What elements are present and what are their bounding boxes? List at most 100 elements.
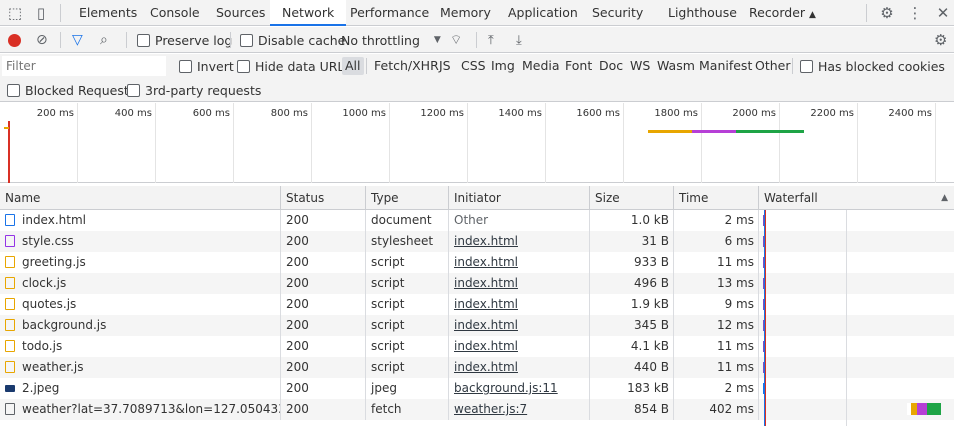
column-header-initiator[interactable]: Initiator	[449, 186, 590, 210]
more-options-icon[interactable]: ⋮	[902, 0, 928, 26]
import-har-icon[interactable]: ⤒	[488, 27, 494, 53]
cell-name[interactable]: 2.jpeg	[0, 378, 281, 399]
cell-initiator[interactable]: background.js:11	[449, 378, 590, 399]
preserve-log-checkbox[interactable]: Preserve log	[137, 27, 232, 53]
filter-icon[interactable]: ▽	[72, 27, 83, 53]
type-filter-css[interactable]: CSS	[458, 57, 489, 75]
network-settings-gear-icon[interactable]: ⚙	[934, 27, 947, 53]
cell-size: 1.0 kB	[590, 210, 674, 231]
table-row[interactable]: index.html 200 document Other 1.0 kB 2 ms	[0, 210, 954, 231]
script-icon	[5, 319, 15, 331]
divider	[60, 4, 61, 22]
cell-initiator[interactable]: index.html	[449, 357, 590, 378]
column-header-status[interactable]: Status	[281, 186, 366, 210]
network-overview-timeline[interactable]: 200 ms 400 ms 600 ms 800 ms 1000 ms 1200…	[0, 103, 954, 183]
cell-name[interactable]: greeting.js	[0, 252, 281, 273]
inspect-element-icon[interactable]: ⬚	[2, 0, 28, 26]
cell-initiator[interactable]: index.html	[449, 252, 590, 273]
type-filter-other[interactable]: Other	[752, 57, 794, 75]
clear-icon[interactable]: ⊘	[36, 27, 48, 53]
device-toolbar-icon[interactable]: ▯	[28, 0, 54, 26]
tab-sources[interactable]: Sources	[216, 0, 265, 26]
third-party-requests-checkbox[interactable]: 3rd-party requests	[127, 78, 261, 102]
table-row[interactable]: style.css 200 stylesheet index.html 31 B6 ms	[0, 231, 954, 252]
network-conditions-icon[interactable]: ⌔	[450, 27, 462, 53]
cell-name[interactable]: index.html	[0, 210, 281, 231]
cell-name[interactable]: todo.js	[0, 336, 281, 357]
cell-name[interactable]: quotes.js	[0, 294, 281, 315]
column-header-time[interactable]: Time	[674, 186, 759, 210]
cell-name[interactable]: clock.js	[0, 273, 281, 294]
table-row[interactable]: quotes.js 200 script index.html 1.9 kB 9 ms	[0, 294, 954, 315]
type-filter-all[interactable]: All	[342, 57, 364, 75]
disable-cache-checkbox[interactable]: Disable cache	[240, 27, 345, 53]
column-header-name[interactable]: Name	[0, 186, 281, 210]
cell-initiator[interactable]: index.html	[449, 273, 590, 294]
request-name: clock.js	[22, 276, 67, 290]
settings-gear-icon[interactable]: ⚙	[874, 0, 900, 26]
column-header-waterfall[interactable]: Waterfall ▲	[759, 186, 954, 210]
type-filter-media[interactable]: Media	[519, 57, 563, 75]
type-filter-doc[interactable]: Doc	[596, 57, 626, 75]
tab-security[interactable]: Security	[592, 0, 643, 26]
tab-performance[interactable]: Performance	[350, 0, 429, 26]
cell-status: 200	[281, 294, 366, 315]
invert-checkbox[interactable]: Invert	[179, 54, 234, 78]
type-filter-wasm[interactable]: Wasm	[654, 57, 698, 75]
table-row[interactable]: weather.js 200 script index.html 440 B 11 ms	[0, 357, 954, 378]
tab-application[interactable]: Application	[508, 0, 578, 26]
type-filter-fetch-xhr[interactable]: Fetch/XHR	[371, 57, 442, 75]
tab-network[interactable]: Network	[270, 0, 347, 26]
tab-lighthouse[interactable]: Lighthouse	[668, 0, 737, 26]
table-row[interactable]: weather?lat=37.7089713&lon=127.0504336&.…	[0, 399, 954, 420]
request-name: 2.jpeg	[22, 381, 60, 395]
cell-name[interactable]: weather.js	[0, 357, 281, 378]
record-button[interactable]	[8, 27, 21, 53]
cell-name[interactable]: weather?lat=37.7089713&lon=127.0504336&.…	[0, 399, 281, 420]
load-event-marker	[8, 121, 10, 183]
cell-status: 200	[281, 399, 366, 420]
table-row[interactable]: 2.jpeg 200 jpeg background.js:11 183 kB 2 ms	[0, 378, 954, 399]
tab-console[interactable]: Console	[150, 0, 200, 26]
table-row[interactable]: greeting.js 200 script index.html 933 B 11 ms	[0, 252, 954, 273]
cell-initiator[interactable]: index.html	[449, 231, 590, 252]
checkbox-box	[800, 59, 813, 73]
column-header-type[interactable]: Type	[366, 186, 449, 210]
cell-name[interactable]: background.js	[0, 315, 281, 336]
type-filter-img[interactable]: Img	[488, 57, 518, 75]
tab-recorder[interactable]: Recorder ▲	[749, 0, 816, 26]
cell-initiator[interactable]: weather.js:7	[449, 399, 590, 420]
overview-tick-label: 2200 ms	[810, 108, 854, 119]
type-filter-js[interactable]: JS	[436, 57, 454, 75]
table-row[interactable]: todo.js 200 script index.html 4.1 kB 11 ms	[0, 336, 954, 357]
divider	[476, 32, 477, 48]
cell-initiator[interactable]: index.html	[449, 336, 590, 357]
checkbox-box	[7, 83, 20, 97]
hide-data-urls-checkbox[interactable]: Hide data URLs	[237, 54, 351, 78]
filter-input[interactable]	[2, 56, 166, 76]
blocked-requests-checkbox[interactable]: Blocked Requests	[7, 78, 135, 102]
type-filter-ws[interactable]: WS	[627, 57, 653, 75]
cell-time: 402 ms	[674, 399, 759, 420]
column-header-size[interactable]: Size	[590, 186, 674, 210]
search-icon[interactable]: ⌕	[100, 27, 108, 53]
cell-name[interactable]: style.css	[0, 231, 281, 252]
table-row[interactable]: clock.js 200 script index.html 496 B 13 ms	[0, 273, 954, 294]
cell-initiator[interactable]: index.html	[449, 315, 590, 336]
has-blocked-cookies-checkbox[interactable]: Has blocked cookies	[800, 54, 945, 78]
type-filter-manifest[interactable]: Manifest	[696, 57, 755, 75]
hide-data-urls-label: Hide data URLs	[255, 58, 351, 74]
close-devtools-icon[interactable]: ✕	[930, 0, 954, 26]
cell-status: 200	[281, 231, 366, 252]
overview-gridline	[857, 103, 858, 183]
table-row[interactable]: background.js 200 script index.html 345 B 12 …	[0, 315, 954, 336]
request-name: todo.js	[22, 339, 63, 353]
type-filter-font[interactable]: Font	[562, 57, 595, 75]
cell-initiator[interactable]: index.html	[449, 294, 590, 315]
request-name: style.css	[22, 234, 74, 248]
tab-elements[interactable]: Elements	[79, 0, 137, 26]
cell-type: script	[366, 357, 449, 378]
throttling-select[interactable]: No throttling ▼	[341, 27, 441, 53]
tab-memory[interactable]: Memory	[440, 0, 491, 26]
export-har-icon[interactable]: ⤓	[516, 27, 522, 53]
